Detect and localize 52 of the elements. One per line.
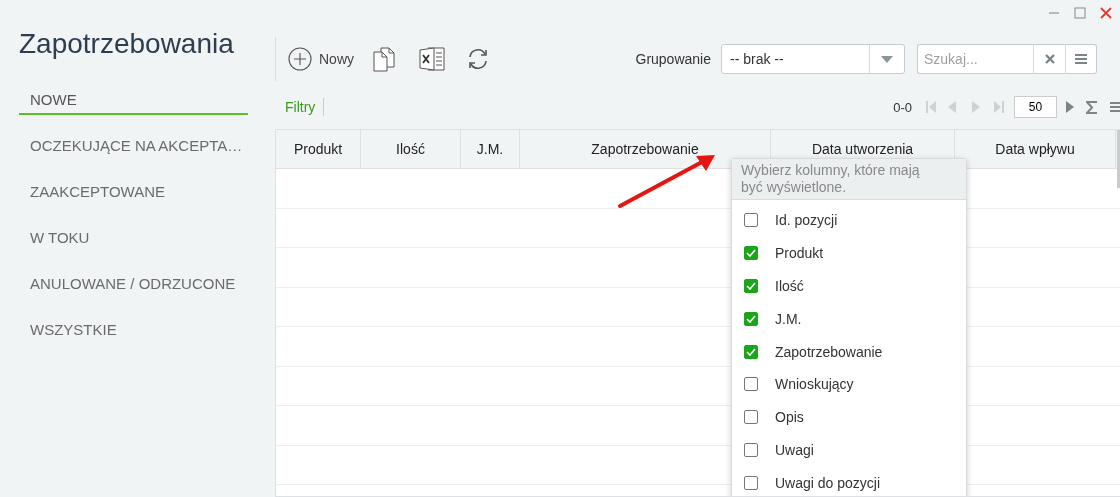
dropdown-arrow-icon — [881, 55, 893, 63]
sidebar-tab[interactable]: WSZYSTKIE — [19, 317, 248, 345]
checkbox[interactable] — [744, 442, 758, 457]
maximize-icon[interactable] — [1074, 7, 1086, 19]
page-size-field[interactable]: 50 — [1014, 96, 1057, 118]
column-option[interactable]: Uwagi do pozycji — [732, 466, 966, 496]
clear-button[interactable] — [1033, 44, 1065, 74]
range-text: 0-0 — [893, 99, 912, 115]
refresh-icon[interactable] — [466, 47, 490, 71]
close-icon[interactable] — [1100, 7, 1112, 19]
sidebar-tab[interactable]: NOWE — [19, 87, 248, 115]
column-option[interactable]: Id. pozycji — [732, 204, 966, 237]
column-option[interactable]: Zapotrzebowanie — [732, 335, 966, 368]
checkbox[interactable] — [744, 475, 758, 490]
menu-icon — [1075, 54, 1087, 64]
grouping-dropdown[interactable]: -- brak -- — [721, 44, 905, 74]
column-header[interactable]: Ilość — [396, 141, 425, 157]
search-field[interactable]: Szukaj... — [917, 44, 1033, 74]
checkbox[interactable] — [744, 213, 758, 228]
grouping-label: Grupowanie — [635, 51, 711, 67]
scrollbar[interactable] — [1117, 130, 1120, 188]
sidebar-tab[interactable]: OCZEKUJĄCE NA AKCEPTA… — [19, 133, 248, 161]
checkbox[interactable] — [744, 279, 758, 293]
checkbox[interactable] — [744, 246, 758, 261]
column-header[interactable]: Produkt — [293, 141, 343, 157]
sidebar-tab[interactable]: W TOKU — [19, 225, 248, 253]
checkbox[interactable] — [744, 410, 758, 425]
column-header[interactable]: J.M. — [476, 141, 504, 157]
excel-icon[interactable] — [418, 45, 446, 73]
sum-icon[interactable] — [1086, 100, 1098, 114]
clear-icon — [1044, 54, 1055, 64]
checkbox[interactable] — [744, 311, 758, 326]
column-option[interactable]: Opis — [732, 400, 966, 434]
column-option[interactable]: Ilość — [732, 269, 966, 303]
column-option[interactable]: J.M. — [732, 302, 966, 336]
columns-menu-icon[interactable] — [1110, 102, 1120, 112]
column-header[interactable]: Zapotrzebowanie — [591, 141, 699, 157]
menu-button[interactable] — [1065, 44, 1097, 74]
sidebar-tab[interactable]: ZAAKCEPTOWANE — [19, 179, 248, 207]
plus-icon — [288, 47, 312, 71]
column-header[interactable]: Data utworzenia — [811, 141, 914, 157]
play-icon[interactable] — [1066, 101, 1074, 113]
column-option[interactable]: Uwagi — [732, 433, 966, 467]
page-title: Zapotrzebowania — [19, 27, 234, 61]
column-option[interactable]: Produkt — [732, 236, 966, 270]
new-button[interactable]: Nowy — [288, 47, 354, 71]
checkbox[interactable] — [744, 377, 758, 392]
sidebar-tab[interactable]: ANULOWANE / ODRZUCONE — [19, 271, 248, 299]
column-header[interactable]: Data wpływu — [995, 141, 1075, 157]
picker-hint: Wybierz kolumny, które mają być wyświetlone. — [732, 159, 966, 200]
column-option[interactable]: Wnioskujący — [732, 368, 966, 401]
checkbox[interactable] — [744, 344, 758, 359]
